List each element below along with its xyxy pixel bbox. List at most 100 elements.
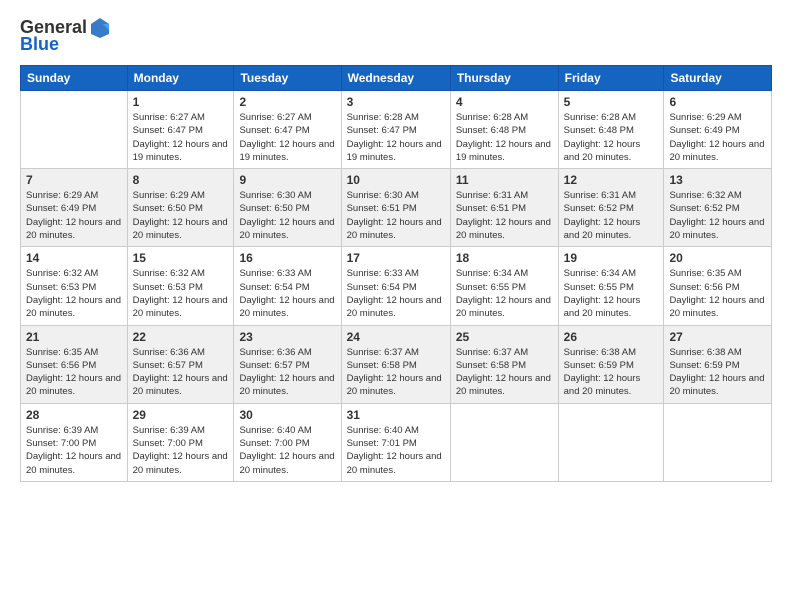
day-info: Sunrise: 6:40 AM Sunset: 7:00 PM Dayligh… <box>239 424 335 477</box>
day-cell: 21 Sunrise: 6:35 AM Sunset: 6:56 PM Dayli… <box>21 325 128 403</box>
day-number: 1 <box>133 95 229 109</box>
week-row-2: 7 Sunrise: 6:29 AM Sunset: 6:49 PM Daylig… <box>21 169 772 247</box>
day-cell: 31Sunrise: 6:40 AM Sunset: 7:01 PM Dayli… <box>341 403 450 481</box>
day-number: 6 <box>669 95 766 109</box>
day-cell: 12Sunrise: 6:31 AM Sunset: 6:52 PM Dayli… <box>558 169 664 247</box>
day-number: 31 <box>347 408 445 422</box>
day-number: 8 <box>133 173 229 187</box>
column-header-tuesday: Tuesday <box>234 66 341 91</box>
day-cell: 16 Sunrise: 6:33 AM Sunset: 6:54 PM Dayli… <box>234 247 341 325</box>
day-number: 11 <box>456 173 553 187</box>
day-info: Sunrise: 6:31 AM Sunset: 6:52 PM Dayligh… <box>564 189 659 242</box>
day-number: 26 <box>564 330 659 344</box>
day-cell: 9 Sunrise: 6:30 AM Sunset: 6:50 PM Daylig… <box>234 169 341 247</box>
day-cell: 28 Sunrise: 6:39 AM Sunset: 7:00 PM Dayli… <box>21 403 128 481</box>
day-cell: 25Sunrise: 6:37 AM Sunset: 6:58 PM Dayli… <box>450 325 558 403</box>
day-info: Sunrise: 6:32 AM Sunset: 6:52 PM Dayligh… <box>669 189 766 242</box>
day-cell: 15 Sunrise: 6:32 AM Sunset: 6:53 PM Dayli… <box>127 247 234 325</box>
day-info: Sunrise: 6:35 AM Sunset: 6:56 PM Dayligh… <box>26 346 122 399</box>
day-cell <box>450 403 558 481</box>
logo: General Blue <box>20 16 111 55</box>
day-cell: 22 Sunrise: 6:36 AM Sunset: 6:57 PM Dayli… <box>127 325 234 403</box>
day-info: Sunrise: 6:33 AM Sunset: 6:54 PM Dayligh… <box>239 267 335 320</box>
week-row-4: 21 Sunrise: 6:35 AM Sunset: 6:56 PM Dayli… <box>21 325 772 403</box>
day-number: 21 <box>26 330 122 344</box>
day-number: 13 <box>669 173 766 187</box>
day-cell: 5 Sunrise: 6:28 AM Sunset: 6:48 PM Daylig… <box>558 91 664 169</box>
day-cell: 4Sunrise: 6:28 AM Sunset: 6:48 PM Daylig… <box>450 91 558 169</box>
day-cell: 7 Sunrise: 6:29 AM Sunset: 6:49 PM Daylig… <box>21 169 128 247</box>
day-info: Sunrise: 6:34 AM Sunset: 6:55 PM Dayligh… <box>456 267 553 320</box>
day-info: Sunrise: 6:32 AM Sunset: 6:53 PM Dayligh… <box>133 267 229 320</box>
day-number: 25 <box>456 330 553 344</box>
day-info: Sunrise: 6:36 AM Sunset: 6:57 PM Dayligh… <box>239 346 335 399</box>
day-number: 24 <box>347 330 445 344</box>
day-info: Sunrise: 6:29 AM Sunset: 6:49 PM Dayligh… <box>669 111 766 164</box>
day-cell: 19 Sunrise: 6:34 AM Sunset: 6:55 PM Dayli… <box>558 247 664 325</box>
day-info: Sunrise: 6:28 AM Sunset: 6:47 PM Dayligh… <box>347 111 445 164</box>
day-info: Sunrise: 6:34 AM Sunset: 6:55 PM Dayligh… <box>564 267 659 320</box>
day-cell <box>664 403 772 481</box>
day-info: Sunrise: 6:39 AM Sunset: 7:00 PM Dayligh… <box>26 424 122 477</box>
day-info: Sunrise: 6:33 AM Sunset: 6:54 PM Dayligh… <box>347 267 445 320</box>
day-number: 7 <box>26 173 122 187</box>
day-number: 20 <box>669 251 766 265</box>
day-number: 14 <box>26 251 122 265</box>
day-cell: 1 Sunrise: 6:27 AM Sunset: 6:47 PM Daylig… <box>127 91 234 169</box>
day-number: 9 <box>239 173 335 187</box>
column-header-monday: Monday <box>127 66 234 91</box>
day-cell <box>558 403 664 481</box>
header: General Blue <box>20 16 772 55</box>
day-info: Sunrise: 6:27 AM Sunset: 6:47 PM Dayligh… <box>239 111 335 164</box>
day-number: 2 <box>239 95 335 109</box>
day-number: 30 <box>239 408 335 422</box>
day-cell: 18 Sunrise: 6:34 AM Sunset: 6:55 PM Dayli… <box>450 247 558 325</box>
column-header-saturday: Saturday <box>664 66 772 91</box>
day-info: Sunrise: 6:29 AM Sunset: 6:49 PM Dayligh… <box>26 189 122 242</box>
day-number: 29 <box>133 408 229 422</box>
day-number: 5 <box>564 95 659 109</box>
column-header-thursday: Thursday <box>450 66 558 91</box>
day-number: 10 <box>347 173 445 187</box>
day-number: 18 <box>456 251 553 265</box>
day-info: Sunrise: 6:27 AM Sunset: 6:47 PM Dayligh… <box>133 111 229 164</box>
week-row-5: 28 Sunrise: 6:39 AM Sunset: 7:00 PM Dayli… <box>21 403 772 481</box>
day-cell: 23Sunrise: 6:36 AM Sunset: 6:57 PM Dayli… <box>234 325 341 403</box>
day-cell: 13 Sunrise: 6:32 AM Sunset: 6:52 PM Dayli… <box>664 169 772 247</box>
logo-icon <box>89 16 111 38</box>
page: General Blue SundayMondayTuesdayWednesda… <box>0 0 792 612</box>
day-cell: 3 Sunrise: 6:28 AM Sunset: 6:47 PM Daylig… <box>341 91 450 169</box>
day-info: Sunrise: 6:36 AM Sunset: 6:57 PM Dayligh… <box>133 346 229 399</box>
day-cell: 20Sunrise: 6:35 AM Sunset: 6:56 PM Dayli… <box>664 247 772 325</box>
day-number: 3 <box>347 95 445 109</box>
week-row-3: 14 Sunrise: 6:32 AM Sunset: 6:53 PM Dayli… <box>21 247 772 325</box>
day-info: Sunrise: 6:32 AM Sunset: 6:53 PM Dayligh… <box>26 267 122 320</box>
day-cell: 11 Sunrise: 6:31 AM Sunset: 6:51 PM Dayli… <box>450 169 558 247</box>
day-number: 22 <box>133 330 229 344</box>
column-header-friday: Friday <box>558 66 664 91</box>
day-info: Sunrise: 6:30 AM Sunset: 6:50 PM Dayligh… <box>239 189 335 242</box>
day-cell: 26Sunrise: 6:38 AM Sunset: 6:59 PM Dayli… <box>558 325 664 403</box>
day-number: 16 <box>239 251 335 265</box>
day-cell: 17Sunrise: 6:33 AM Sunset: 6:54 PM Dayli… <box>341 247 450 325</box>
calendar-header-row: SundayMondayTuesdayWednesdayThursdayFrid… <box>21 66 772 91</box>
day-cell: 24 Sunrise: 6:37 AM Sunset: 6:58 PM Dayli… <box>341 325 450 403</box>
day-info: Sunrise: 6:37 AM Sunset: 6:58 PM Dayligh… <box>347 346 445 399</box>
day-info: Sunrise: 6:28 AM Sunset: 6:48 PM Dayligh… <box>564 111 659 164</box>
day-cell: 2 Sunrise: 6:27 AM Sunset: 6:47 PM Daylig… <box>234 91 341 169</box>
day-info: Sunrise: 6:30 AM Sunset: 6:51 PM Dayligh… <box>347 189 445 242</box>
day-cell: 14 Sunrise: 6:32 AM Sunset: 6:53 PM Dayli… <box>21 247 128 325</box>
day-info: Sunrise: 6:31 AM Sunset: 6:51 PM Dayligh… <box>456 189 553 242</box>
day-cell: 29Sunrise: 6:39 AM Sunset: 7:00 PM Dayli… <box>127 403 234 481</box>
week-row-1: 1 Sunrise: 6:27 AM Sunset: 6:47 PM Daylig… <box>21 91 772 169</box>
day-number: 28 <box>26 408 122 422</box>
day-cell: 30 Sunrise: 6:40 AM Sunset: 7:00 PM Dayli… <box>234 403 341 481</box>
day-cell: 8 Sunrise: 6:29 AM Sunset: 6:50 PM Daylig… <box>127 169 234 247</box>
day-info: Sunrise: 6:29 AM Sunset: 6:50 PM Dayligh… <box>133 189 229 242</box>
day-number: 19 <box>564 251 659 265</box>
day-cell: 10 Sunrise: 6:30 AM Sunset: 6:51 PM Dayli… <box>341 169 450 247</box>
day-cell <box>21 91 128 169</box>
day-number: 15 <box>133 251 229 265</box>
day-cell: 27Sunrise: 6:38 AM Sunset: 6:59 PM Dayli… <box>664 325 772 403</box>
day-info: Sunrise: 6:38 AM Sunset: 6:59 PM Dayligh… <box>669 346 766 399</box>
